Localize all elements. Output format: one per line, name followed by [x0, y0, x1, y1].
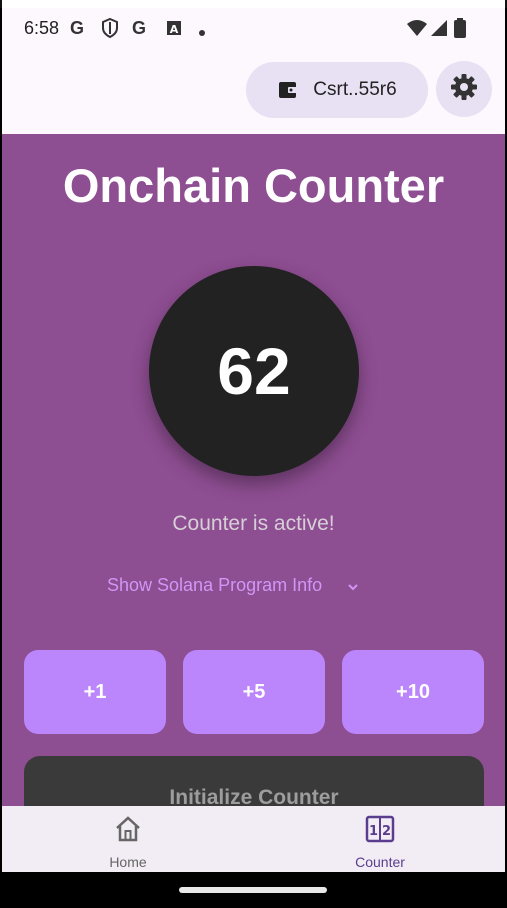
dot-icon [198, 21, 206, 42]
nav-item-home[interactable]: Home [68, 814, 188, 870]
svg-text:1: 1 [369, 824, 378, 839]
svg-text:A: A [170, 23, 179, 36]
counter-display: 62 [149, 266, 359, 476]
settings-button[interactable] [436, 61, 492, 117]
program-info-toggle[interactable]: Show Solana Program Info [107, 570, 360, 600]
nav-label-home: Home [109, 854, 147, 870]
increment-5-button[interactable]: +5 [183, 650, 325, 734]
wallet-button[interactable]: Csrt..55r6 [246, 62, 428, 118]
wallet-icon [277, 79, 299, 101]
gesture-handle[interactable] [179, 887, 327, 893]
increment-1-button[interactable]: +1 [24, 650, 166, 734]
nav-label-counter: Counter [355, 854, 405, 870]
counter-icon: 1 2 [365, 814, 395, 844]
nav-item-counter[interactable]: 1 2 Counter [320, 814, 440, 870]
svg-text:2: 2 [382, 824, 391, 839]
wifi-icon [406, 19, 428, 42]
status-time: 6:58 [24, 18, 60, 38]
home-icon [113, 814, 143, 844]
bottom-navigation: Home 1 2 Counter [2, 806, 505, 872]
google-g-icon: G [70, 18, 85, 38]
app-screen: 6:58 G G A Csrt..55r6 Onchain Counter 62… [2, 0, 505, 908]
counter-screen: Onchain Counter 62 Counter is active! Sh… [2, 134, 505, 806]
app-a-icon: A [166, 20, 182, 41]
gear-icon [449, 72, 479, 107]
gesture-bar [2, 872, 505, 908]
battery-icon [454, 18, 466, 43]
chevron-down-icon [346, 578, 360, 592]
shield-icon [100, 17, 120, 44]
increment-10-button[interactable]: +10 [342, 650, 484, 734]
app-bar: Csrt..55r6 [2, 48, 505, 134]
program-info-label: Show Solana Program Info [107, 574, 323, 595]
counter-value: 62 [217, 334, 291, 408]
status-bar: 6:58 G G A [2, 8, 505, 48]
initialize-counter-button[interactable]: Initialize Counter [24, 756, 484, 806]
signal-icon [430, 19, 448, 42]
counter-status: Counter is active! [172, 512, 335, 535]
wallet-address-label: Csrt..55r6 [313, 79, 397, 100]
page-title: Onchain Counter [62, 159, 445, 212]
google-g-icon: G [132, 18, 147, 38]
